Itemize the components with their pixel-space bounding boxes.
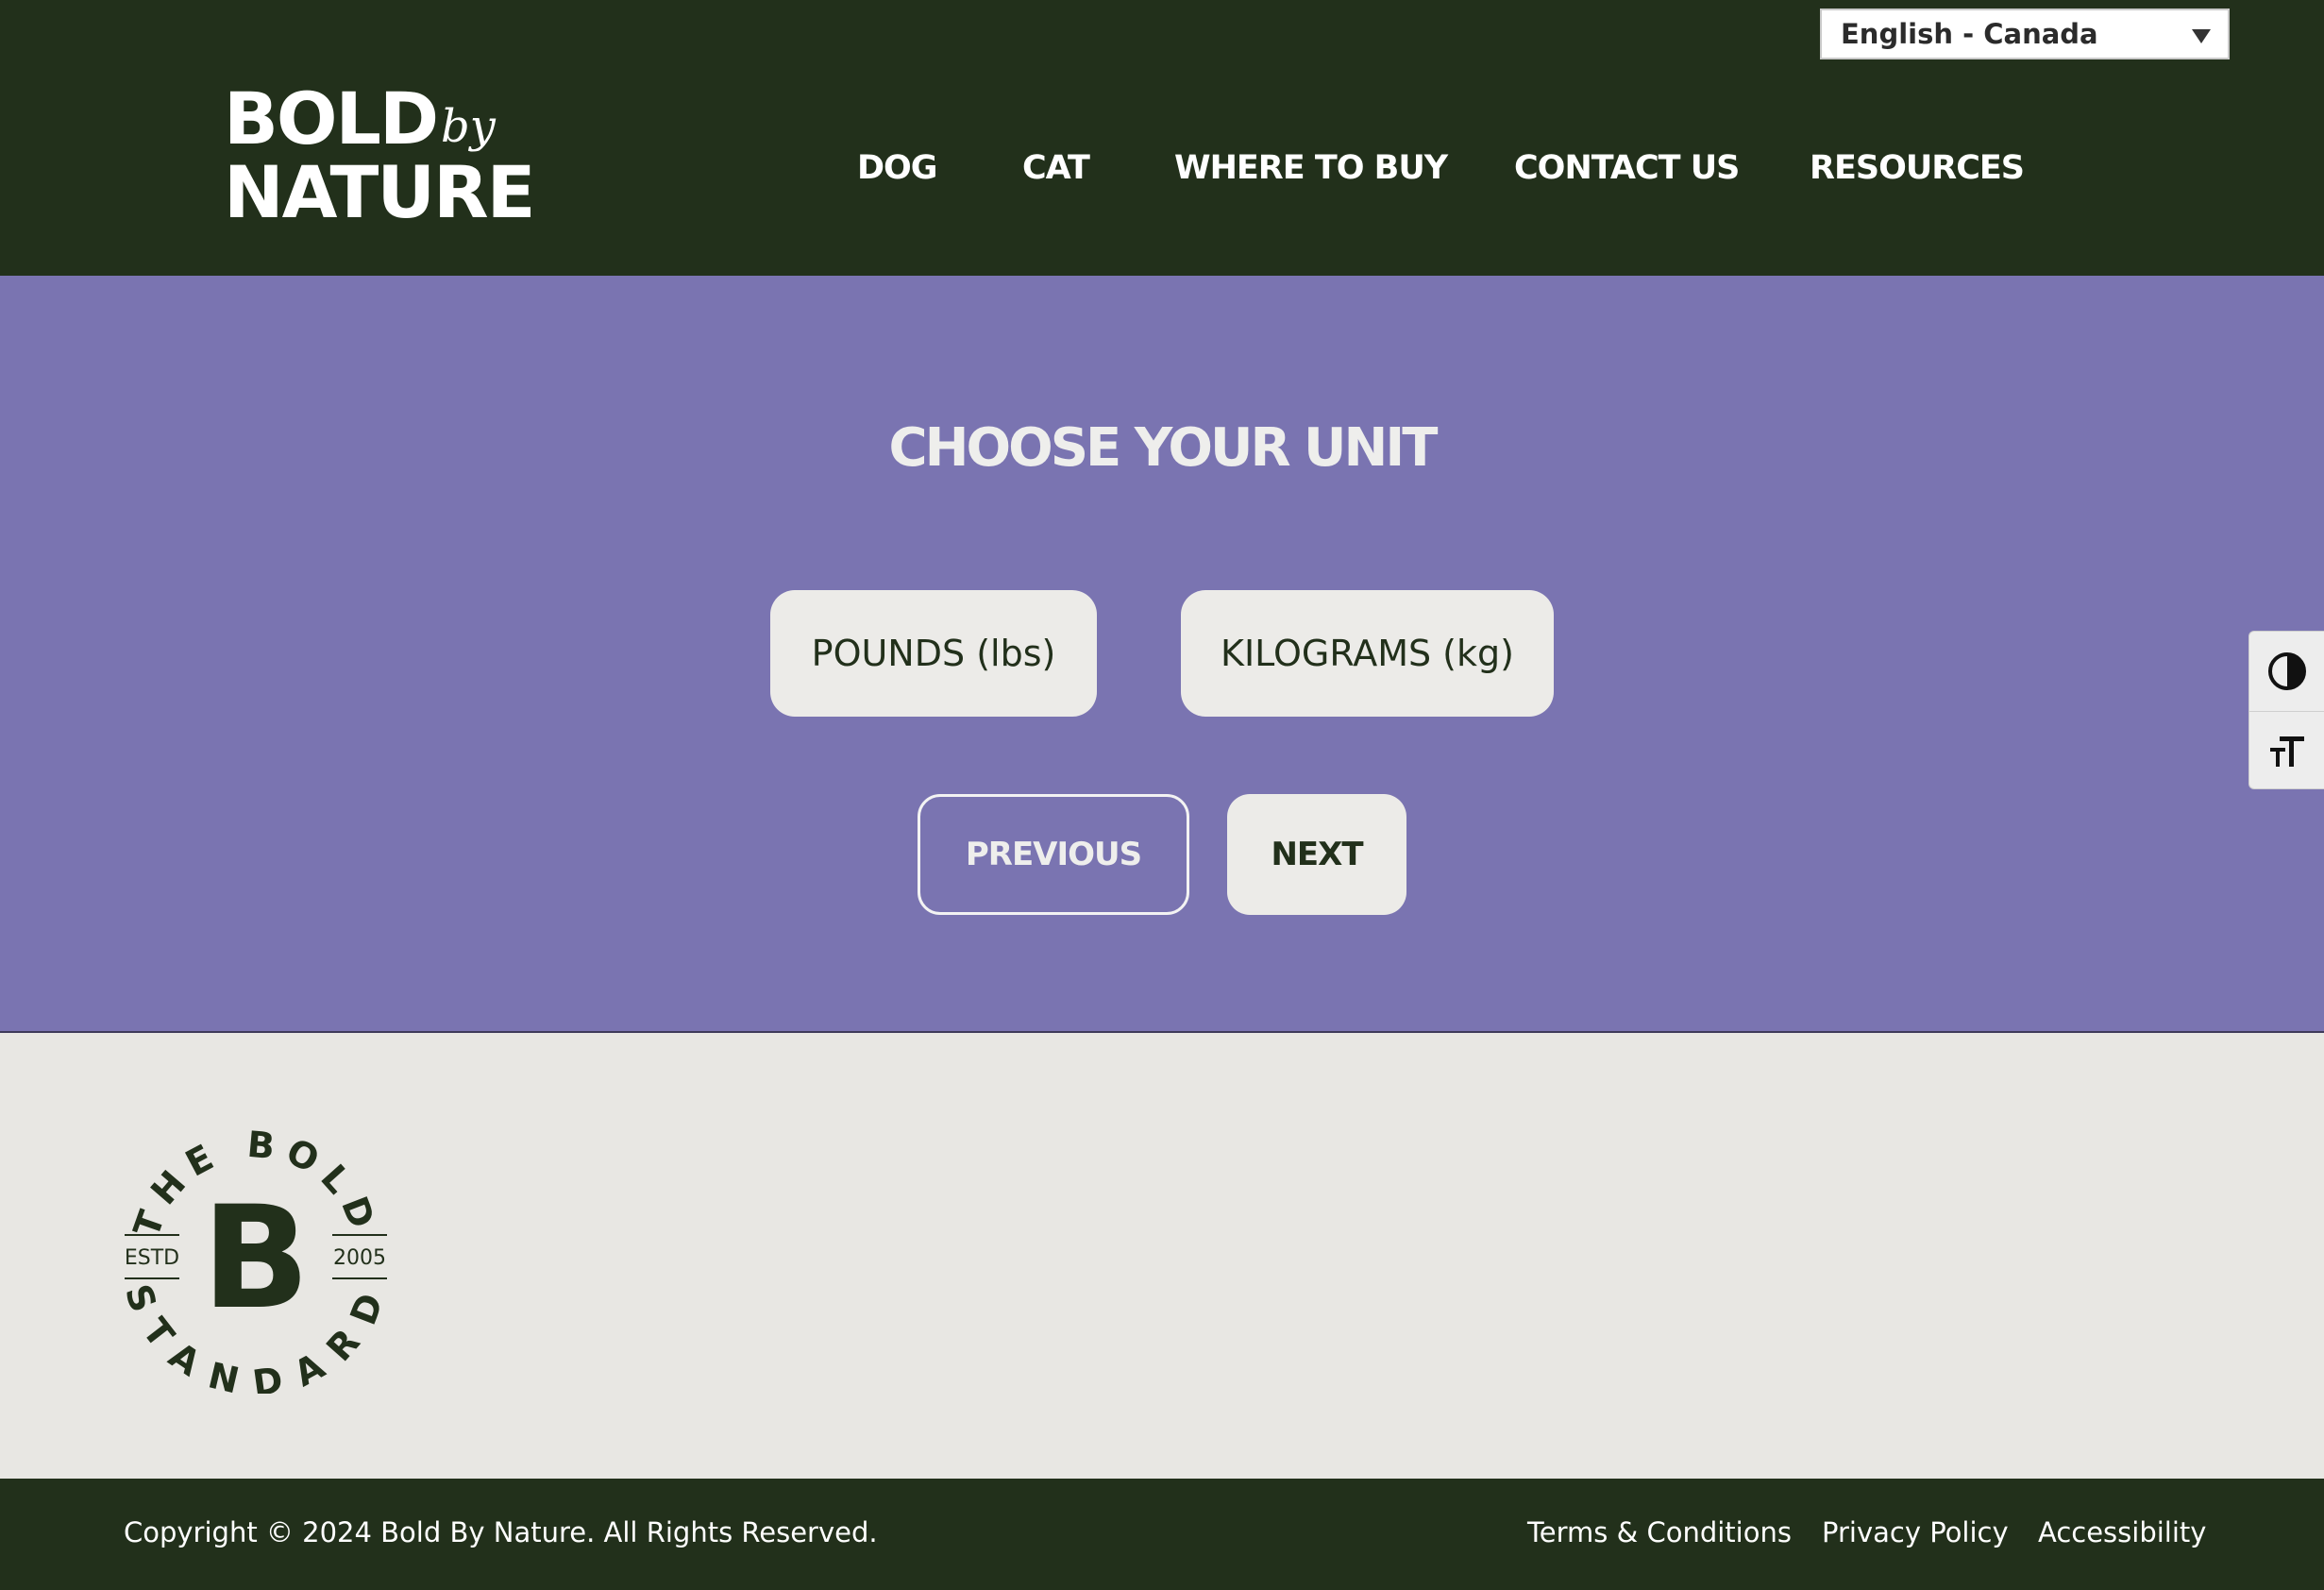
logo-line1: BOLD [224, 76, 439, 161]
seal-year: 2005 [333, 1246, 386, 1270]
next-button[interactable]: NEXT [1227, 794, 1406, 915]
pounds-button[interactable]: POUNDS (lbs) [770, 590, 1097, 717]
nav-contact-us[interactable]: CONTACT US [1514, 149, 1740, 187]
contrast-icon [2268, 652, 2306, 690]
nav-where-to-buy[interactable]: WHERE TO BUY [1174, 149, 1448, 187]
footer-link-accessibility[interactable]: Accessibility [2038, 1516, 2206, 1548]
seal-estd: ESTD [125, 1246, 179, 1270]
font-size-icon [2270, 736, 2304, 767]
chevron-down-icon [2192, 29, 2211, 43]
kilograms-button[interactable]: KILOGRAMS (kg) [1181, 590, 1554, 717]
contrast-toggle[interactable] [2249, 632, 2324, 711]
copyright-text: Copyright © 2024 Bold By Nature. All Rig… [124, 1516, 878, 1548]
language-select[interactable]: English - Canada [1820, 8, 2230, 59]
brand-logo[interactable]: BOLD by NATURE [224, 83, 545, 234]
footer-link-privacy[interactable]: Privacy Policy [1822, 1516, 2009, 1548]
footer-link-terms[interactable]: Terms & Conditions [1527, 1516, 1792, 1548]
nav-cat[interactable]: CAT [1022, 149, 1090, 187]
logo-line2: NATURE [224, 150, 536, 234]
font-size-toggle[interactable] [2249, 711, 2324, 790]
page-title: CHOOSE YOUR UNIT [888, 417, 1439, 479]
seal-center-letter: B [202, 1176, 310, 1341]
unit-selection-section: CHOOSE YOUR UNIT POUNDS (lbs) KILOGRAMS … [0, 276, 2324, 1033]
previous-button[interactable]: PREVIOUS [918, 794, 1189, 915]
accessibility-toolbar [2248, 631, 2324, 789]
bold-standard-seal: THE BOLD STANDARD ESTD 2005 B [119, 1124, 387, 1394]
nav-dog[interactable]: DOG [857, 149, 938, 187]
nav-resources[interactable]: RESOURCES [1810, 149, 2025, 187]
site-footer: Copyright © 2024 Bold By Nature. All Rig… [0, 1479, 2324, 1590]
language-select-value: English - Canada [1841, 18, 2098, 50]
logo-by: by [441, 100, 496, 153]
site-header: English - Canada BOLD by NATURE DOG CAT … [0, 0, 2324, 276]
